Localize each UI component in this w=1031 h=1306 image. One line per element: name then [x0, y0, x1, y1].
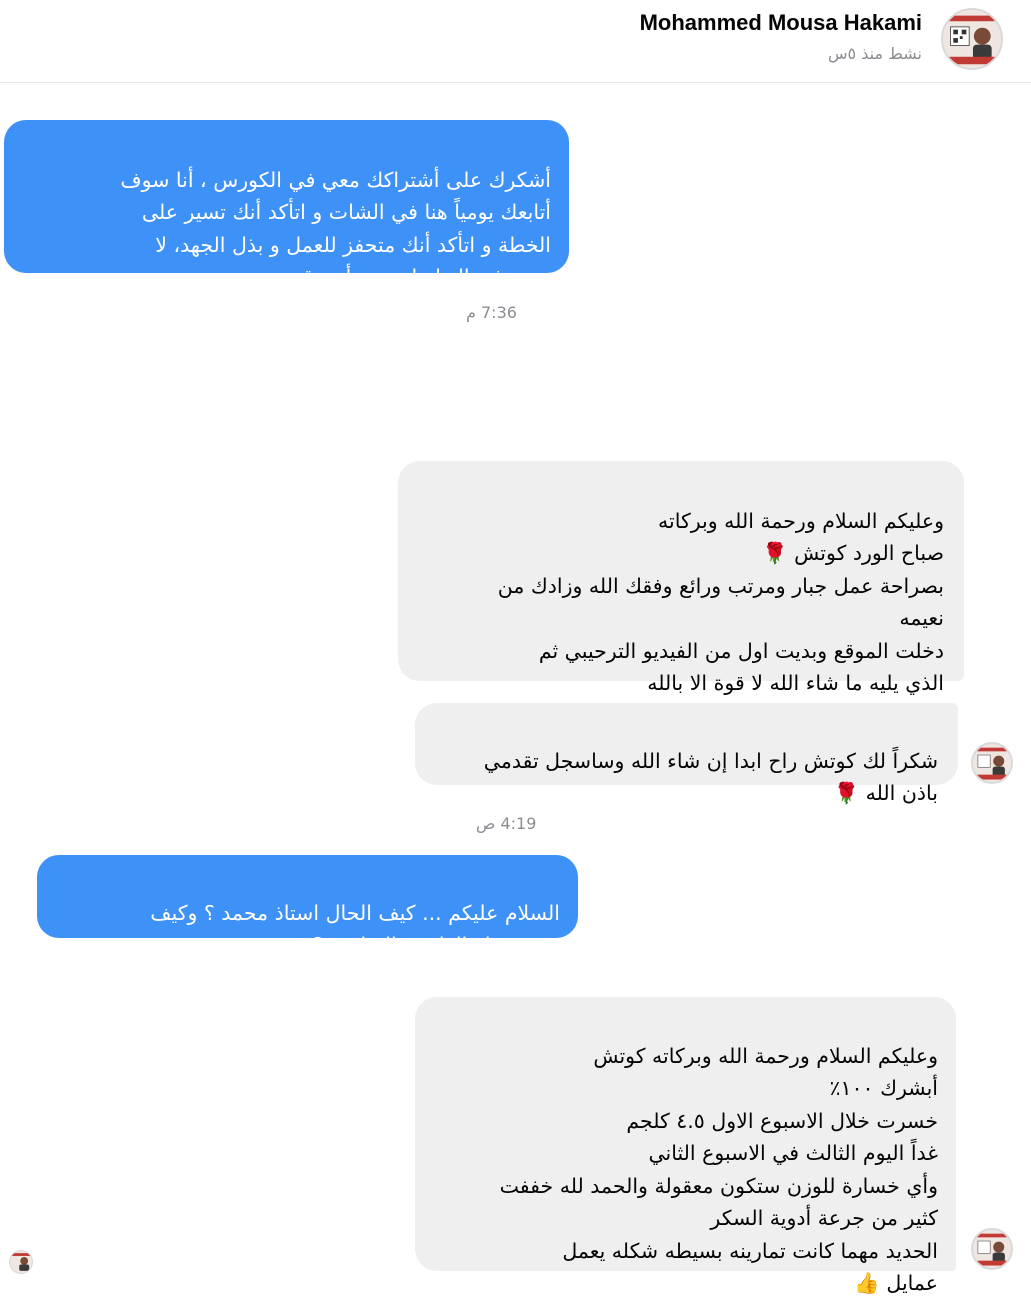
message-text: وعليكم السلام ورحمة الله وبركاته كوتش أب… — [499, 1043, 938, 1296]
profile-photo-icon — [10, 1251, 32, 1273]
seen-indicator-avatar — [9, 1250, 33, 1274]
outgoing-message[interactable]: السلام عليكم ... كيف الحال استاذ محمد ؟ … — [37, 855, 578, 957]
sender-avatar[interactable] — [971, 1228, 1013, 1270]
message-text: شكراً لك كوتش راح ابدا إن شاء الله وساسج… — [483, 748, 938, 806]
contact-avatar[interactable] — [941, 8, 1003, 70]
profile-photo-icon — [973, 1230, 1011, 1268]
profile-photo-icon — [943, 10, 1001, 68]
conversation-header: Mohammed Mousa Hakami نشط منذ ٥س — [0, 0, 1031, 83]
sender-avatar[interactable] — [971, 742, 1013, 784]
active-status: نشط منذ ٥س — [827, 44, 922, 63]
profile-photo-icon — [973, 744, 1011, 782]
message-text: أشكرك على أشتراكك معي في الكورس ، أنا سو… — [120, 167, 551, 290]
contact-name[interactable]: Mohammed Mousa Hakami — [640, 10, 922, 36]
timestamp: 4:19 ص — [476, 814, 537, 833]
incoming-message[interactable]: وعليكم السلام ورحمة الله وبركاته كوتش أب… — [415, 997, 956, 1295]
outgoing-message[interactable]: أشكرك على أشتراكك معي في الكورس ، أنا سو… — [4, 120, 569, 289]
incoming-message[interactable]: وعليكم السلام ورحمة الله وبركاته صباح ال… — [398, 461, 964, 695]
timestamp: 7:36 م — [466, 303, 517, 322]
message-text: وعليكم السلام ورحمة الله وبركاته صباح ال… — [497, 508, 944, 696]
message-text: السلام عليكم ... كيف الحال استاذ محمد ؟ … — [150, 900, 560, 958]
incoming-message[interactable]: شكراً لك كوتش راح ابدا إن شاء الله وساسج… — [415, 703, 958, 805]
